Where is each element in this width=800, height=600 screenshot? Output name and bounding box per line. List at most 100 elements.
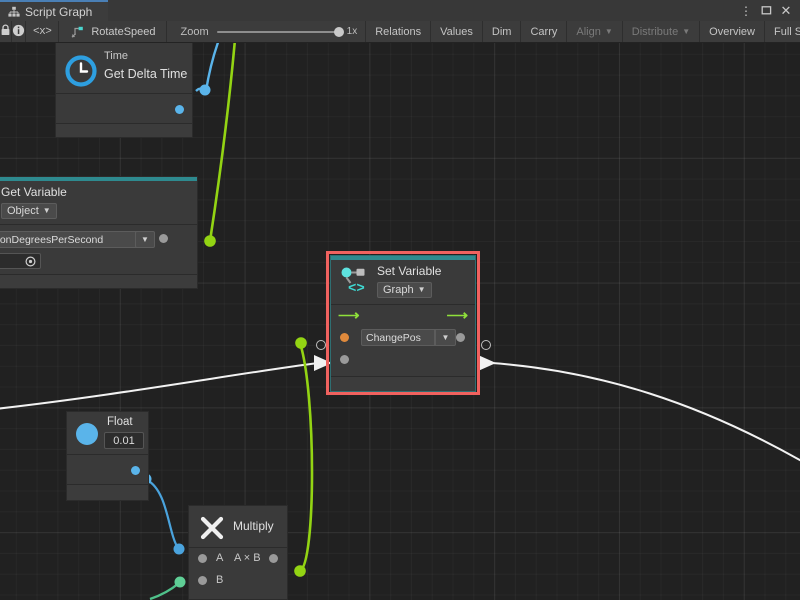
clock-icon (64, 54, 98, 91)
input-port-b[interactable] (198, 576, 207, 585)
wire-float-to-multiply (147, 480, 178, 548)
flow-in-arrow-icon[interactable]: ⟶ (338, 308, 360, 323)
chevron-down-icon: ▼ (141, 236, 149, 244)
variable-name-label: ChangePos (366, 332, 421, 344)
input-label-a: A (216, 552, 223, 564)
graph-canvas[interactable]: Time Get Delta Time Get Variable Object … (0, 43, 800, 600)
zoom-label: Zoom (181, 26, 209, 38)
values-button[interactable]: Values (431, 21, 483, 42)
node-header: <> Set Variable Graph ▼ (331, 260, 475, 305)
full-screen-button[interactable]: Full Screen (765, 21, 800, 42)
relations-label: Relations (375, 26, 421, 38)
float-value: 0.01 (113, 435, 134, 447)
chevron-down-icon: ▼ (43, 207, 51, 215)
input-port-object[interactable] (340, 355, 349, 364)
flow-in-connector-dot[interactable] (316, 340, 326, 350)
variable-name-dropdown[interactable]: ChangePos (361, 329, 435, 346)
overview-label: Overview (709, 26, 755, 38)
output-port-variable[interactable] (159, 234, 168, 243)
carry-label: Carry (530, 26, 557, 38)
node-title: Multiply (233, 519, 274, 533)
wire-multiply-to-setvariable (300, 343, 312, 571)
dim-button[interactable]: Dim (483, 21, 522, 42)
node-category: Time (104, 50, 128, 62)
kind-dropdown-label: Graph (383, 284, 414, 296)
node-get-variable[interactable]: Get Variable Object ▼ otationDegreesPerS… (0, 176, 198, 289)
flow-out-arrow-icon[interactable]: ⟶ (446, 308, 468, 323)
distribute-button[interactable]: Distribute ▼ (623, 21, 700, 42)
zoom-value: 1x (347, 26, 358, 37)
input-port-value[interactable] (340, 333, 349, 342)
wire-knot-delta-time (200, 85, 211, 96)
target-icon[interactable] (25, 256, 36, 267)
node-body (56, 94, 192, 124)
breadcrumb[interactable]: RotateSpeed (59, 21, 166, 42)
node-title: Float (107, 416, 133, 428)
node-body (67, 455, 148, 485)
node-title: Set Variable (377, 264, 441, 278)
output-port-product[interactable] (269, 554, 278, 563)
node-get-delta-time[interactable]: Time Get Delta Time (55, 43, 193, 138)
info-icon (12, 24, 25, 40)
node-footer (331, 377, 475, 391)
info-button[interactable] (12, 21, 26, 42)
overview-button[interactable]: Overview (700, 21, 765, 42)
maximize-icon[interactable] (756, 0, 776, 21)
variable-name-label: otationDegreesPerSecond (0, 234, 103, 246)
source-object-field[interactable]: his (0, 253, 41, 269)
node-multiply[interactable]: Multiply A A × B B (188, 505, 288, 600)
chevron-down-icon: ▼ (442, 334, 450, 342)
input-port-a[interactable] (198, 554, 207, 563)
node-header: Get Variable Object ▼ (0, 181, 197, 225)
node-body: A A × B B (189, 548, 287, 600)
flow-out-connector-dot[interactable] (481, 340, 491, 350)
wire-rotation-speed (210, 43, 238, 241)
tab-label: Script Graph (25, 6, 92, 18)
node-header: Multiply (189, 506, 287, 548)
wire-knot-multiply-out (294, 565, 306, 577)
float-value-input[interactable]: 0.01 (104, 432, 144, 449)
align-label: Align (576, 26, 600, 38)
zoom-slider-handle[interactable] (334, 27, 344, 37)
flow-arrow-out (478, 355, 496, 371)
zoom-slider[interactable] (217, 31, 339, 33)
variable-name-dropdown[interactable]: otationDegreesPerSecond (0, 231, 137, 248)
multiply-x-icon (198, 514, 226, 545)
variable-dropdown-arrow[interactable]: ▼ (435, 329, 456, 346)
output-port-delta-time[interactable] (175, 105, 184, 114)
dim-label: Dim (492, 26, 512, 38)
variable-dropdown-arrow[interactable]: ▼ (135, 231, 155, 248)
distribute-label: Distribute (632, 26, 678, 38)
code-brackets-icon: <x> (33, 26, 51, 38)
kind-dropdown[interactable]: Graph ▼ (377, 282, 432, 298)
lock-button[interactable] (0, 21, 12, 42)
node-footer (56, 124, 192, 137)
flow-edge-out (492, 363, 800, 463)
node-footer (67, 485, 148, 500)
relations-button[interactable]: Relations (366, 21, 431, 42)
node-float-literal[interactable]: Float 0.01 (66, 411, 149, 501)
close-icon[interactable]: ✕ (776, 0, 796, 21)
wire-to-multiply-b (150, 583, 179, 599)
node-title: Get Variable (1, 185, 67, 199)
title-bar: Script Graph ⋮ ✕ (0, 0, 800, 21)
float-circle-icon (76, 423, 98, 445)
wire-knot-rotation-speed (204, 235, 216, 247)
align-button[interactable]: Align ▼ (567, 21, 622, 42)
tab-script-graph[interactable]: Script Graph (0, 0, 108, 21)
output-port-value[interactable] (456, 333, 465, 342)
script-graph-window: Script Graph ⋮ ✕ (0, 0, 800, 600)
carry-button[interactable]: Carry (521, 21, 567, 42)
values-label: Values (440, 26, 473, 38)
output-port-float[interactable] (131, 466, 140, 475)
chevron-down-icon: ▼ (418, 286, 426, 294)
wire-knot-multiply-b (175, 577, 186, 588)
more-options-icon[interactable]: ⋮ (736, 0, 756, 21)
zoom-control[interactable]: Zoom 1x (167, 21, 367, 42)
variable-icon: <> (339, 265, 373, 302)
script-graph-icon (71, 26, 84, 38)
code-view-button[interactable]: <x> (26, 21, 59, 42)
node-footer (0, 275, 197, 288)
node-set-variable[interactable]: <> Set Variable Graph ▼ ⟶ ⟶ ChangePos (330, 255, 476, 392)
kind-dropdown[interactable]: Object ▼ (1, 203, 57, 219)
